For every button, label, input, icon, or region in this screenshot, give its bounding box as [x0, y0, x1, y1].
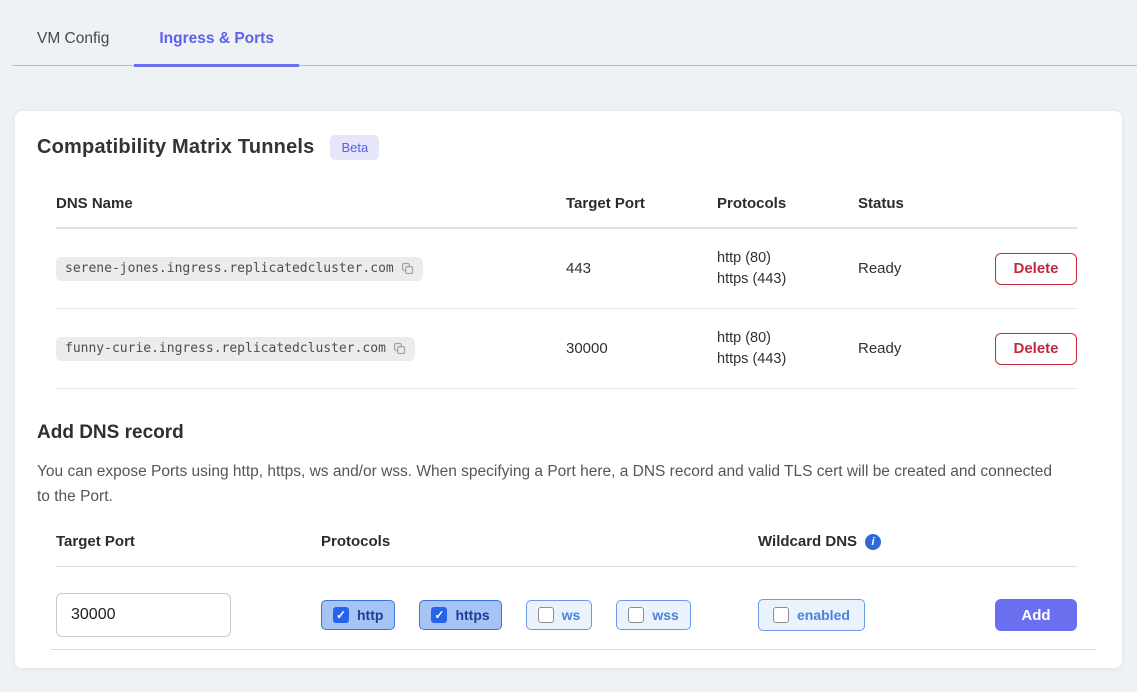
dns-name-pill: funny-curie.ingress.replicatedcluster.co… [56, 337, 415, 361]
info-icon[interactable]: i [865, 534, 881, 550]
target-port-value: 30000 [566, 340, 717, 357]
checkbox-icon [333, 607, 349, 623]
protocol-checkbox-group: http https ws wss [321, 600, 758, 630]
tunnels-card: Compatibility Matrix Tunnels Beta DNS Na… [14, 110, 1123, 669]
target-port-input[interactable] [56, 593, 231, 637]
col-header-protocols: Protocols [717, 195, 858, 212]
add-dns-record-title: Add DNS record [37, 422, 1077, 444]
col-header-target-port: Target Port [566, 195, 717, 212]
status-value: Ready [858, 260, 995, 277]
checkbox-https[interactable]: https [419, 600, 501, 630]
status-value: Ready [858, 340, 995, 357]
protocols-cell: http (80) https (443) [717, 248, 858, 290]
card-title: Compatibility Matrix Tunnels [37, 136, 314, 159]
form-header-row: Target Port Protocols Wildcard DNS i [56, 533, 1077, 567]
tab-ingress-ports[interactable]: Ingress & Ports [134, 24, 299, 67]
delete-button[interactable]: Delete [995, 253, 1077, 285]
table-row: serene-jones.ingress.replicatedcluster.c… [56, 229, 1077, 309]
checkbox-ws[interactable]: ws [526, 600, 593, 630]
table-row: funny-curie.ingress.replicatedcluster.co… [56, 309, 1077, 389]
tunnels-table: DNS Name Target Port Protocols Status se… [56, 182, 1077, 389]
checkbox-wss[interactable]: wss [616, 600, 690, 630]
dns-name-pill: serene-jones.ingress.replicatedcluster.c… [56, 257, 423, 281]
checkbox-icon [538, 607, 554, 623]
col-header-dns-name: DNS Name [56, 195, 566, 212]
dns-name-text: serene-jones.ingress.replicatedcluster.c… [65, 261, 394, 276]
checkbox-wildcard-enabled[interactable]: enabled [758, 599, 865, 631]
target-port-value: 443 [566, 260, 717, 277]
checkbox-icon [773, 607, 789, 623]
add-dns-record-description: You can expose Ports using http, https, … [37, 459, 1052, 509]
add-dns-form: Target Port Protocols Wildcard DNS i htt… [56, 533, 1077, 661]
delete-button[interactable]: Delete [995, 333, 1077, 365]
dns-name-text: funny-curie.ingress.replicatedcluster.co… [65, 341, 386, 356]
copy-icon[interactable] [392, 341, 407, 356]
col-header-status: Status [858, 195, 1077, 212]
form-input-row: http https ws wss enabled [56, 567, 1077, 661]
checkbox-icon [628, 607, 644, 623]
form-header-target-port: Target Port [56, 533, 321, 550]
form-header-protocols: Protocols [321, 533, 758, 550]
tab-vm-config[interactable]: VM Config [12, 24, 134, 67]
protocols-cell: http (80) https (443) [717, 328, 858, 370]
form-header-wildcard-dns: Wildcard DNS i [758, 533, 1077, 550]
copy-icon[interactable] [400, 261, 415, 276]
card-footer-divider [51, 649, 1096, 650]
add-button[interactable]: Add [995, 599, 1077, 631]
beta-badge: Beta [330, 135, 379, 160]
checkbox-http[interactable]: http [321, 600, 395, 630]
tab-bar: VM Config Ingress & Ports [0, 0, 1137, 66]
table-header-row: DNS Name Target Port Protocols Status [56, 182, 1077, 229]
checkbox-icon [431, 607, 447, 623]
